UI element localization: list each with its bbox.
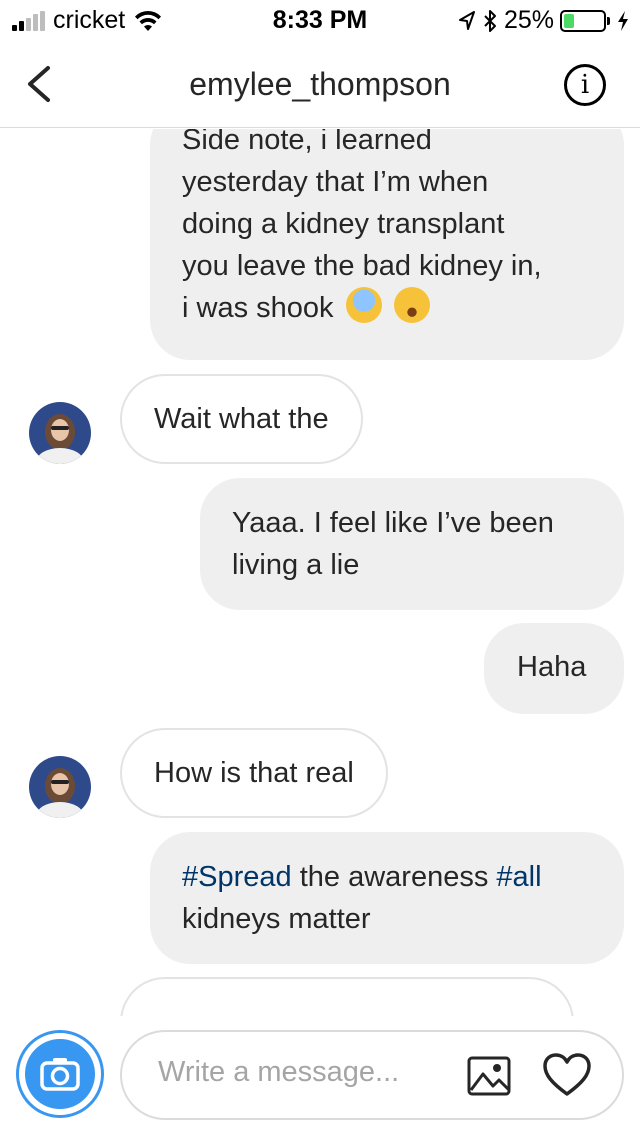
message-input[interactable] xyxy=(158,1056,448,1089)
gallery-icon[interactable] xyxy=(466,1054,512,1098)
message-line: i was shook xyxy=(182,287,592,329)
message-text: How is that real xyxy=(154,757,354,789)
charging-bolt-icon xyxy=(618,10,628,31)
status-bar: cricket 8:33 PM 25% xyxy=(0,0,640,40)
tears-of-joy-emoji xyxy=(393,287,430,323)
message-text: Wait what the xyxy=(154,403,329,435)
message-line: Side note, i learned xyxy=(182,129,432,156)
battery-tip xyxy=(607,16,610,25)
battery-fill xyxy=(564,13,574,28)
message-line: #Spread the awareness #all xyxy=(182,856,592,898)
heart-icon[interactable] xyxy=(542,1052,592,1098)
bluetooth-icon xyxy=(484,9,496,32)
message-line: doing a kidney transplant xyxy=(182,208,505,240)
message-line: living a lie xyxy=(232,549,360,581)
hashtag-link[interactable]: #all xyxy=(496,861,541,893)
message-composer xyxy=(0,1016,640,1136)
message-line: you leave the bad kidney in, xyxy=(182,250,542,282)
camera-button-fill xyxy=(25,1039,95,1109)
message-text: the awareness xyxy=(291,861,497,893)
camera-icon xyxy=(40,1058,80,1091)
info-icon[interactable]: i xyxy=(564,64,606,106)
avatar[interactable] xyxy=(29,756,91,818)
message-line: Yaaa. I feel like I’ve been xyxy=(232,507,554,539)
message-line: yesterday that I’m when xyxy=(182,166,489,198)
message-thread[interactable]: Side note, i learned yesterday that I’m … xyxy=(0,129,640,1016)
message-line: kidneys matter xyxy=(182,903,371,935)
conversation-header: emylee_thompson i xyxy=(0,40,640,128)
message-incoming[interactable]: Wait what the xyxy=(120,374,363,464)
message-outgoing[interactable]: Haha xyxy=(484,623,624,714)
message-field[interactable] xyxy=(120,1030,624,1120)
camera-button[interactable] xyxy=(16,1030,104,1118)
screaming-face-emoji xyxy=(345,287,382,323)
profile-photo xyxy=(29,756,91,818)
location-arrow-icon xyxy=(458,10,475,30)
message-text: Haha xyxy=(517,651,587,683)
status-right: 25% xyxy=(458,6,630,35)
message-incoming[interactable]: How is that real xyxy=(120,728,388,818)
conversation-title[interactable]: emylee_thompson xyxy=(0,66,640,103)
message-text: i was shook xyxy=(182,292,334,324)
message-outgoing[interactable]: Side note, i learned yesterday that I’m … xyxy=(150,129,624,360)
profile-photo xyxy=(29,402,91,464)
avatar[interactable] xyxy=(29,402,91,464)
hashtag-link[interactable]: #Spread xyxy=(182,861,292,893)
message-outgoing[interactable]: #Spread the awareness #all kidneys matte… xyxy=(150,832,624,964)
message-incoming-partial[interactable] xyxy=(120,977,574,1016)
battery-icon xyxy=(560,9,606,32)
message-outgoing[interactable]: Yaaa. I feel like I’ve been living a lie xyxy=(200,478,624,610)
battery-percent: 25% xyxy=(503,6,554,34)
